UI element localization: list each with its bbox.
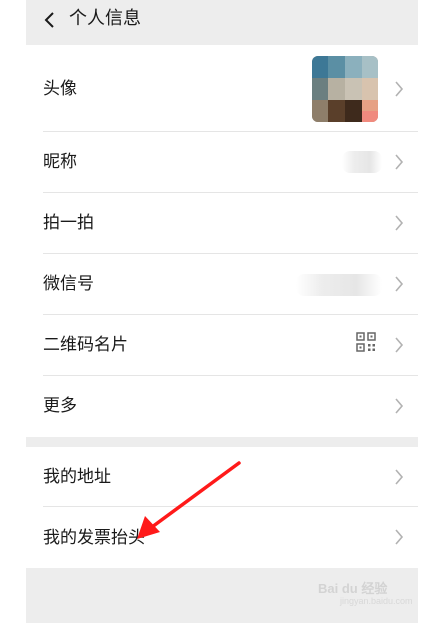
row-my-address[interactable]: 我的地址 bbox=[26, 447, 418, 507]
wechat-id-value-blurred bbox=[296, 274, 382, 296]
header-bar: 个人信息 bbox=[26, 0, 418, 44]
row-wechat-id-label: 微信号 bbox=[43, 274, 94, 294]
row-invoice-title-label: 我的发票抬头 bbox=[43, 528, 145, 548]
chevron-right-icon bbox=[395, 337, 404, 353]
baidu-jingyan-watermark: Bai du 经验 jingyan.baidu.com bbox=[318, 578, 413, 606]
chevron-right-icon bbox=[395, 154, 404, 170]
row-qr-card[interactable]: 二维码名片 bbox=[26, 315, 418, 376]
wechat-profile-screen: 个人信息 头像 昵称 拍一拍 微信号 二维码名片 更多 我的地址 我的发票抬头 bbox=[26, 0, 418, 623]
chevron-right-icon bbox=[395, 469, 404, 485]
qr-code-icon bbox=[356, 332, 376, 352]
chevron-right-icon bbox=[395, 529, 404, 545]
chevron-left-icon bbox=[44, 12, 54, 28]
address-settings-group: 我的地址 我的发票抬头 bbox=[26, 447, 418, 568]
row-more[interactable]: 更多 bbox=[26, 376, 418, 437]
chevron-right-icon bbox=[395, 215, 404, 231]
back-button[interactable] bbox=[34, 6, 64, 34]
avatar bbox=[312, 56, 378, 122]
page-title: 个人信息 bbox=[69, 8, 141, 29]
profile-settings-group: 头像 昵称 拍一拍 微信号 二维码名片 更多 bbox=[26, 45, 418, 437]
row-more-label: 更多 bbox=[43, 396, 77, 416]
row-wechat-id[interactable]: 微信号 bbox=[26, 254, 418, 315]
chevron-right-icon bbox=[395, 81, 404, 97]
row-pat-label: 拍一拍 bbox=[43, 213, 94, 233]
row-avatar-label: 头像 bbox=[43, 79, 77, 99]
row-qr-card-label: 二维码名片 bbox=[43, 335, 128, 355]
row-nickname[interactable]: 昵称 bbox=[26, 132, 418, 193]
watermark-url: jingyan.baidu.com bbox=[340, 596, 413, 606]
chevron-right-icon bbox=[395, 398, 404, 414]
row-avatar[interactable]: 头像 bbox=[26, 45, 418, 132]
chevron-right-icon bbox=[395, 276, 404, 292]
nickname-value-blurred bbox=[342, 151, 382, 173]
watermark-brand: Bai du 经验 bbox=[318, 581, 388, 596]
row-nickname-label: 昵称 bbox=[43, 152, 77, 172]
row-pat[interactable]: 拍一拍 bbox=[26, 193, 418, 254]
row-my-address-label: 我的地址 bbox=[43, 467, 111, 487]
row-invoice-title[interactable]: 我的发票抬头 bbox=[26, 507, 418, 568]
